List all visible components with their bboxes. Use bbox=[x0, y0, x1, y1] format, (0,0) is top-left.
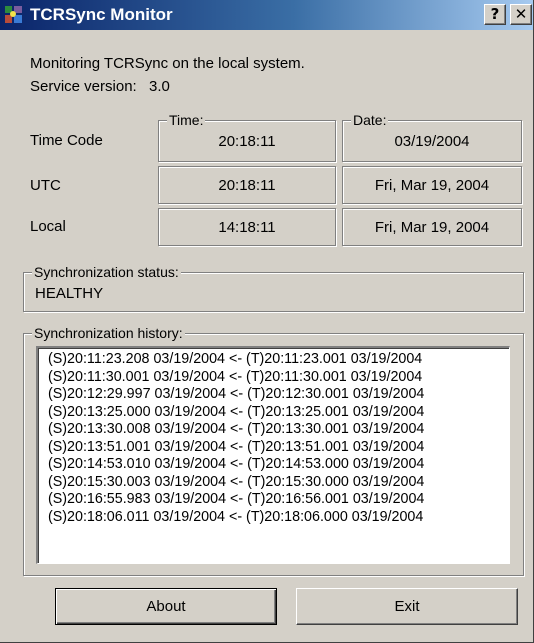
monitoring-description: Monitoring TCRSync on the local system. bbox=[30, 55, 305, 72]
local-date-box: Fri, Mar 19, 2004 bbox=[342, 208, 522, 246]
history-entry: (S)20:16:55.983 03/19/2004 <- (T)20:16:5… bbox=[48, 491, 425, 507]
history-entry: (S)20:13:51.001 03/19/2004 <- (T)20:13:5… bbox=[48, 438, 425, 455]
help-button[interactable]: ? bbox=[484, 4, 506, 25]
utc-label: UTC bbox=[30, 177, 61, 194]
history-entry: (S)20:12:29.997 03/19/2004 <- (T)20:12:3… bbox=[48, 386, 425, 402]
history-entry: (S)20:13:30.008 03/19/2004 <- (T)20:13:3… bbox=[48, 421, 425, 437]
utc-date-box: Fri, Mar 19, 2004 bbox=[342, 166, 522, 204]
history-entry: (S)20:13:25.000 03/19/2004 <- (T)20:13:2… bbox=[48, 403, 425, 420]
history-entry: (S)20:11:23.208 03/19/2004 <- (T)20:11:2… bbox=[48, 351, 423, 367]
local-time: 14:18:11 bbox=[218, 219, 276, 236]
local-label: Local bbox=[30, 218, 66, 235]
sync-status-group: Synchronization status: HEALTHY bbox=[23, 263, 524, 312]
sync-status-value: HEALTHY bbox=[35, 285, 104, 302]
utc-date: Fri, Mar 19, 2004 bbox=[374, 177, 490, 194]
history-entry: (S)20:14:53.010 03/19/2004 <- (T)20:14:5… bbox=[48, 456, 425, 472]
sync-history-label: Synchronization history: bbox=[32, 324, 185, 342]
service-version-label: Service version: bbox=[30, 78, 137, 95]
history-entry: (S)20:11:30.001 03/19/2004 <- (T)20:11:3… bbox=[48, 368, 423, 385]
utc-time: 20:18:11 bbox=[218, 177, 276, 194]
tcrsync-app-icon bbox=[5, 6, 22, 23]
close-button[interactable]: ✕ bbox=[510, 4, 532, 25]
time-code-date-box: Date: 03/19/2004 bbox=[342, 111, 522, 162]
time-code-label: Time Code bbox=[30, 132, 103, 149]
title-bar[interactable]: TCRSync Monitor ? ✕ bbox=[0, 0, 533, 30]
close-icon: ✕ bbox=[514, 5, 528, 23]
history-entry: (S)20:18:06.011 03/19/2004 <- (T)20:18:0… bbox=[48, 508, 424, 525]
sync-status-label: Synchronization status: bbox=[32, 263, 181, 281]
history-entry: (S)20:15:30.003 03/19/2004 <- (T)20:15:3… bbox=[48, 473, 425, 490]
sync-history-list[interactable]: (S)20:11:23.208 03/19/2004 <- (T)20:11:2… bbox=[36, 346, 510, 564]
local-date: Fri, Mar 19, 2004 bbox=[374, 219, 490, 236]
utc-time-box: 20:18:11 bbox=[158, 166, 336, 204]
local-time-box: 14:18:11 bbox=[158, 208, 336, 246]
service-version-value: 3.0 bbox=[149, 78, 170, 95]
time-code-time-box: Time: 20:18:11 bbox=[158, 111, 336, 162]
time-code-date: 03/19/2004 bbox=[394, 133, 470, 150]
window-title: TCRSync Monitor bbox=[30, 5, 173, 24]
about-button[interactable]: About bbox=[55, 588, 277, 625]
date-column-header: Date: bbox=[351, 111, 389, 129]
tcrsync-monitor-window: TCRSync Monitor ? ✕ Monitoring TCRSync o… bbox=[0, 0, 534, 643]
time-code-time: 20:18:11 bbox=[218, 133, 276, 150]
time-column-header: Time: bbox=[167, 111, 206, 129]
exit-button[interactable]: Exit bbox=[296, 588, 518, 625]
